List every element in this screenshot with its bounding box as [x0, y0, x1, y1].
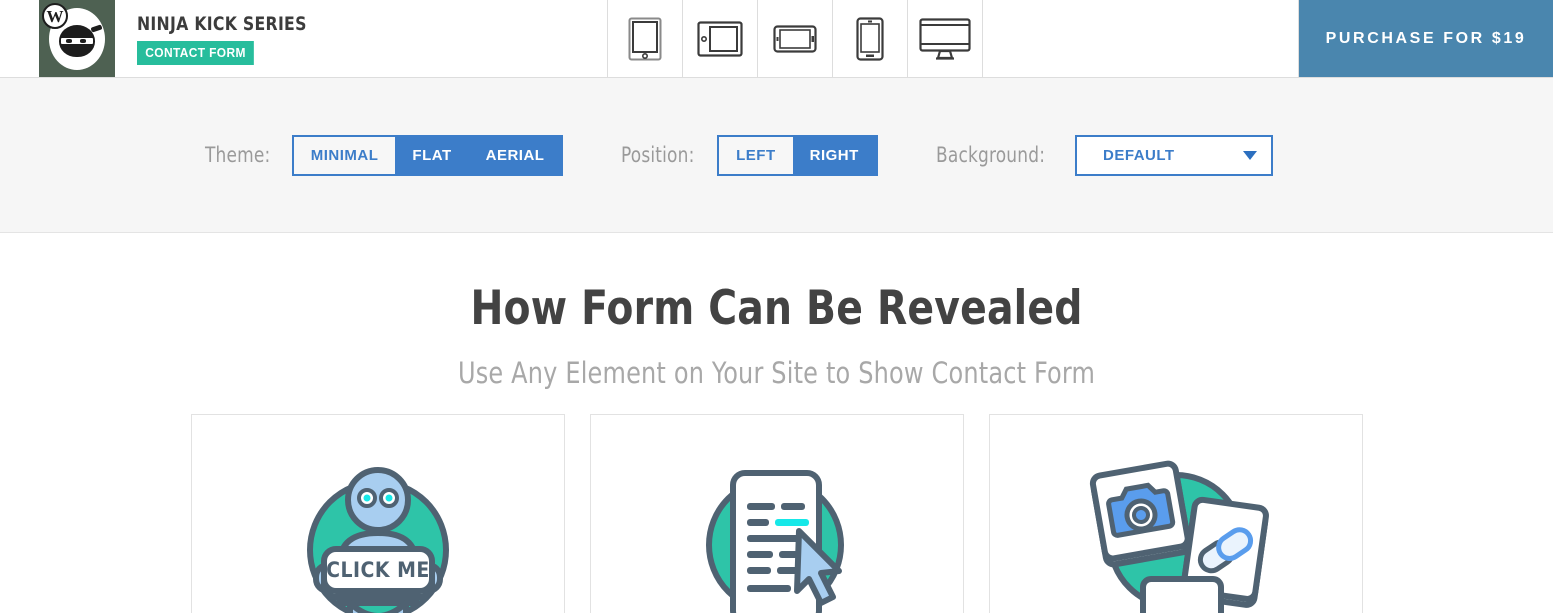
document-cursor-icon	[687, 445, 867, 613]
device-desktop-button[interactable]	[908, 0, 983, 77]
device-preview-toolbar	[608, 0, 983, 77]
theme-option-aerial[interactable]: AERIAL	[468, 136, 562, 174]
position-segmented-control: LEFT RIGHT	[717, 134, 878, 176]
theme-option-flat[interactable]: FLAT	[395, 136, 469, 174]
ninja-logo[interactable]: W	[39, 0, 115, 77]
device-tablet-portrait-button[interactable]	[608, 0, 683, 77]
device-phone-portrait-button[interactable]	[833, 0, 908, 77]
feature-card-document[interactable]	[589, 414, 964, 613]
background-control-group: Background: DEFAULT	[935, 134, 1274, 176]
background-dropdown[interactable]: DEFAULT	[1075, 134, 1274, 176]
purchase-button[interactable]: PURCHASE FOR $19	[1299, 0, 1553, 77]
tablet-landscape-icon	[697, 20, 743, 57]
tablet-portrait-icon	[628, 17, 662, 61]
brand-block: NINJA KICK SERIES CONTACT FORM	[115, 0, 608, 77]
feature-card-click-me[interactable]: CLICK ME	[190, 414, 565, 613]
feature-card-media[interactable]	[988, 414, 1363, 613]
image-link-cards-icon	[1081, 445, 1271, 613]
theme-segmented-control: MINIMAL FLAT AERIAL	[291, 134, 564, 176]
background-label: Background:	[935, 143, 1045, 167]
position-label: Position:	[621, 143, 695, 167]
page-title: How Form Can Be Revealed	[470, 281, 1083, 336]
position-option-right[interactable]: RIGHT	[792, 136, 876, 174]
page-subtitle: Use Any Element on Your Site to Show Con…	[457, 356, 1096, 390]
ninja-headband-tail	[90, 24, 103, 33]
svg-text:CLICK ME: CLICK ME	[326, 558, 430, 582]
position-option-left[interactable]: LEFT	[719, 136, 793, 174]
phone-landscape-icon	[773, 24, 817, 53]
feature-card-list: CLICK ME	[0, 414, 1553, 613]
ninja-face-icon	[59, 24, 103, 57]
robot-click-me-icon: CLICK ME	[288, 445, 468, 613]
preview-control-bar: Theme: MINIMAL FLAT AERIAL Position: LEF…	[0, 78, 1553, 233]
app-header: W NINJA KICK SERIES CONTACT FORM PURCHAS…	[0, 0, 1553, 78]
theme-option-minimal[interactable]: MINIMAL	[293, 136, 396, 174]
brand-badge: CONTACT FORM	[137, 40, 255, 65]
theme-control-group: Theme: MINIMAL FLAT AERIAL	[205, 134, 564, 176]
wordpress-icon: W	[42, 3, 68, 29]
ninja-eye-right	[80, 38, 86, 43]
brand-title: NINJA KICK SERIES	[137, 12, 307, 35]
device-tablet-landscape-button[interactable]	[683, 0, 758, 77]
phone-portrait-icon	[856, 16, 884, 61]
chevron-down-icon	[1243, 150, 1258, 160]
ninja-eye-left	[66, 38, 72, 43]
background-dropdown-value: DEFAULT	[1103, 146, 1175, 164]
position-control-group: Position: LEFT RIGHT	[621, 134, 878, 176]
header-spacer	[983, 0, 1299, 77]
desktop-icon	[919, 17, 971, 60]
main-content: How Form Can Be Revealed Use Any Element…	[0, 233, 1553, 613]
device-phone-landscape-button[interactable]	[758, 0, 833, 77]
theme-label: Theme:	[205, 143, 271, 167]
